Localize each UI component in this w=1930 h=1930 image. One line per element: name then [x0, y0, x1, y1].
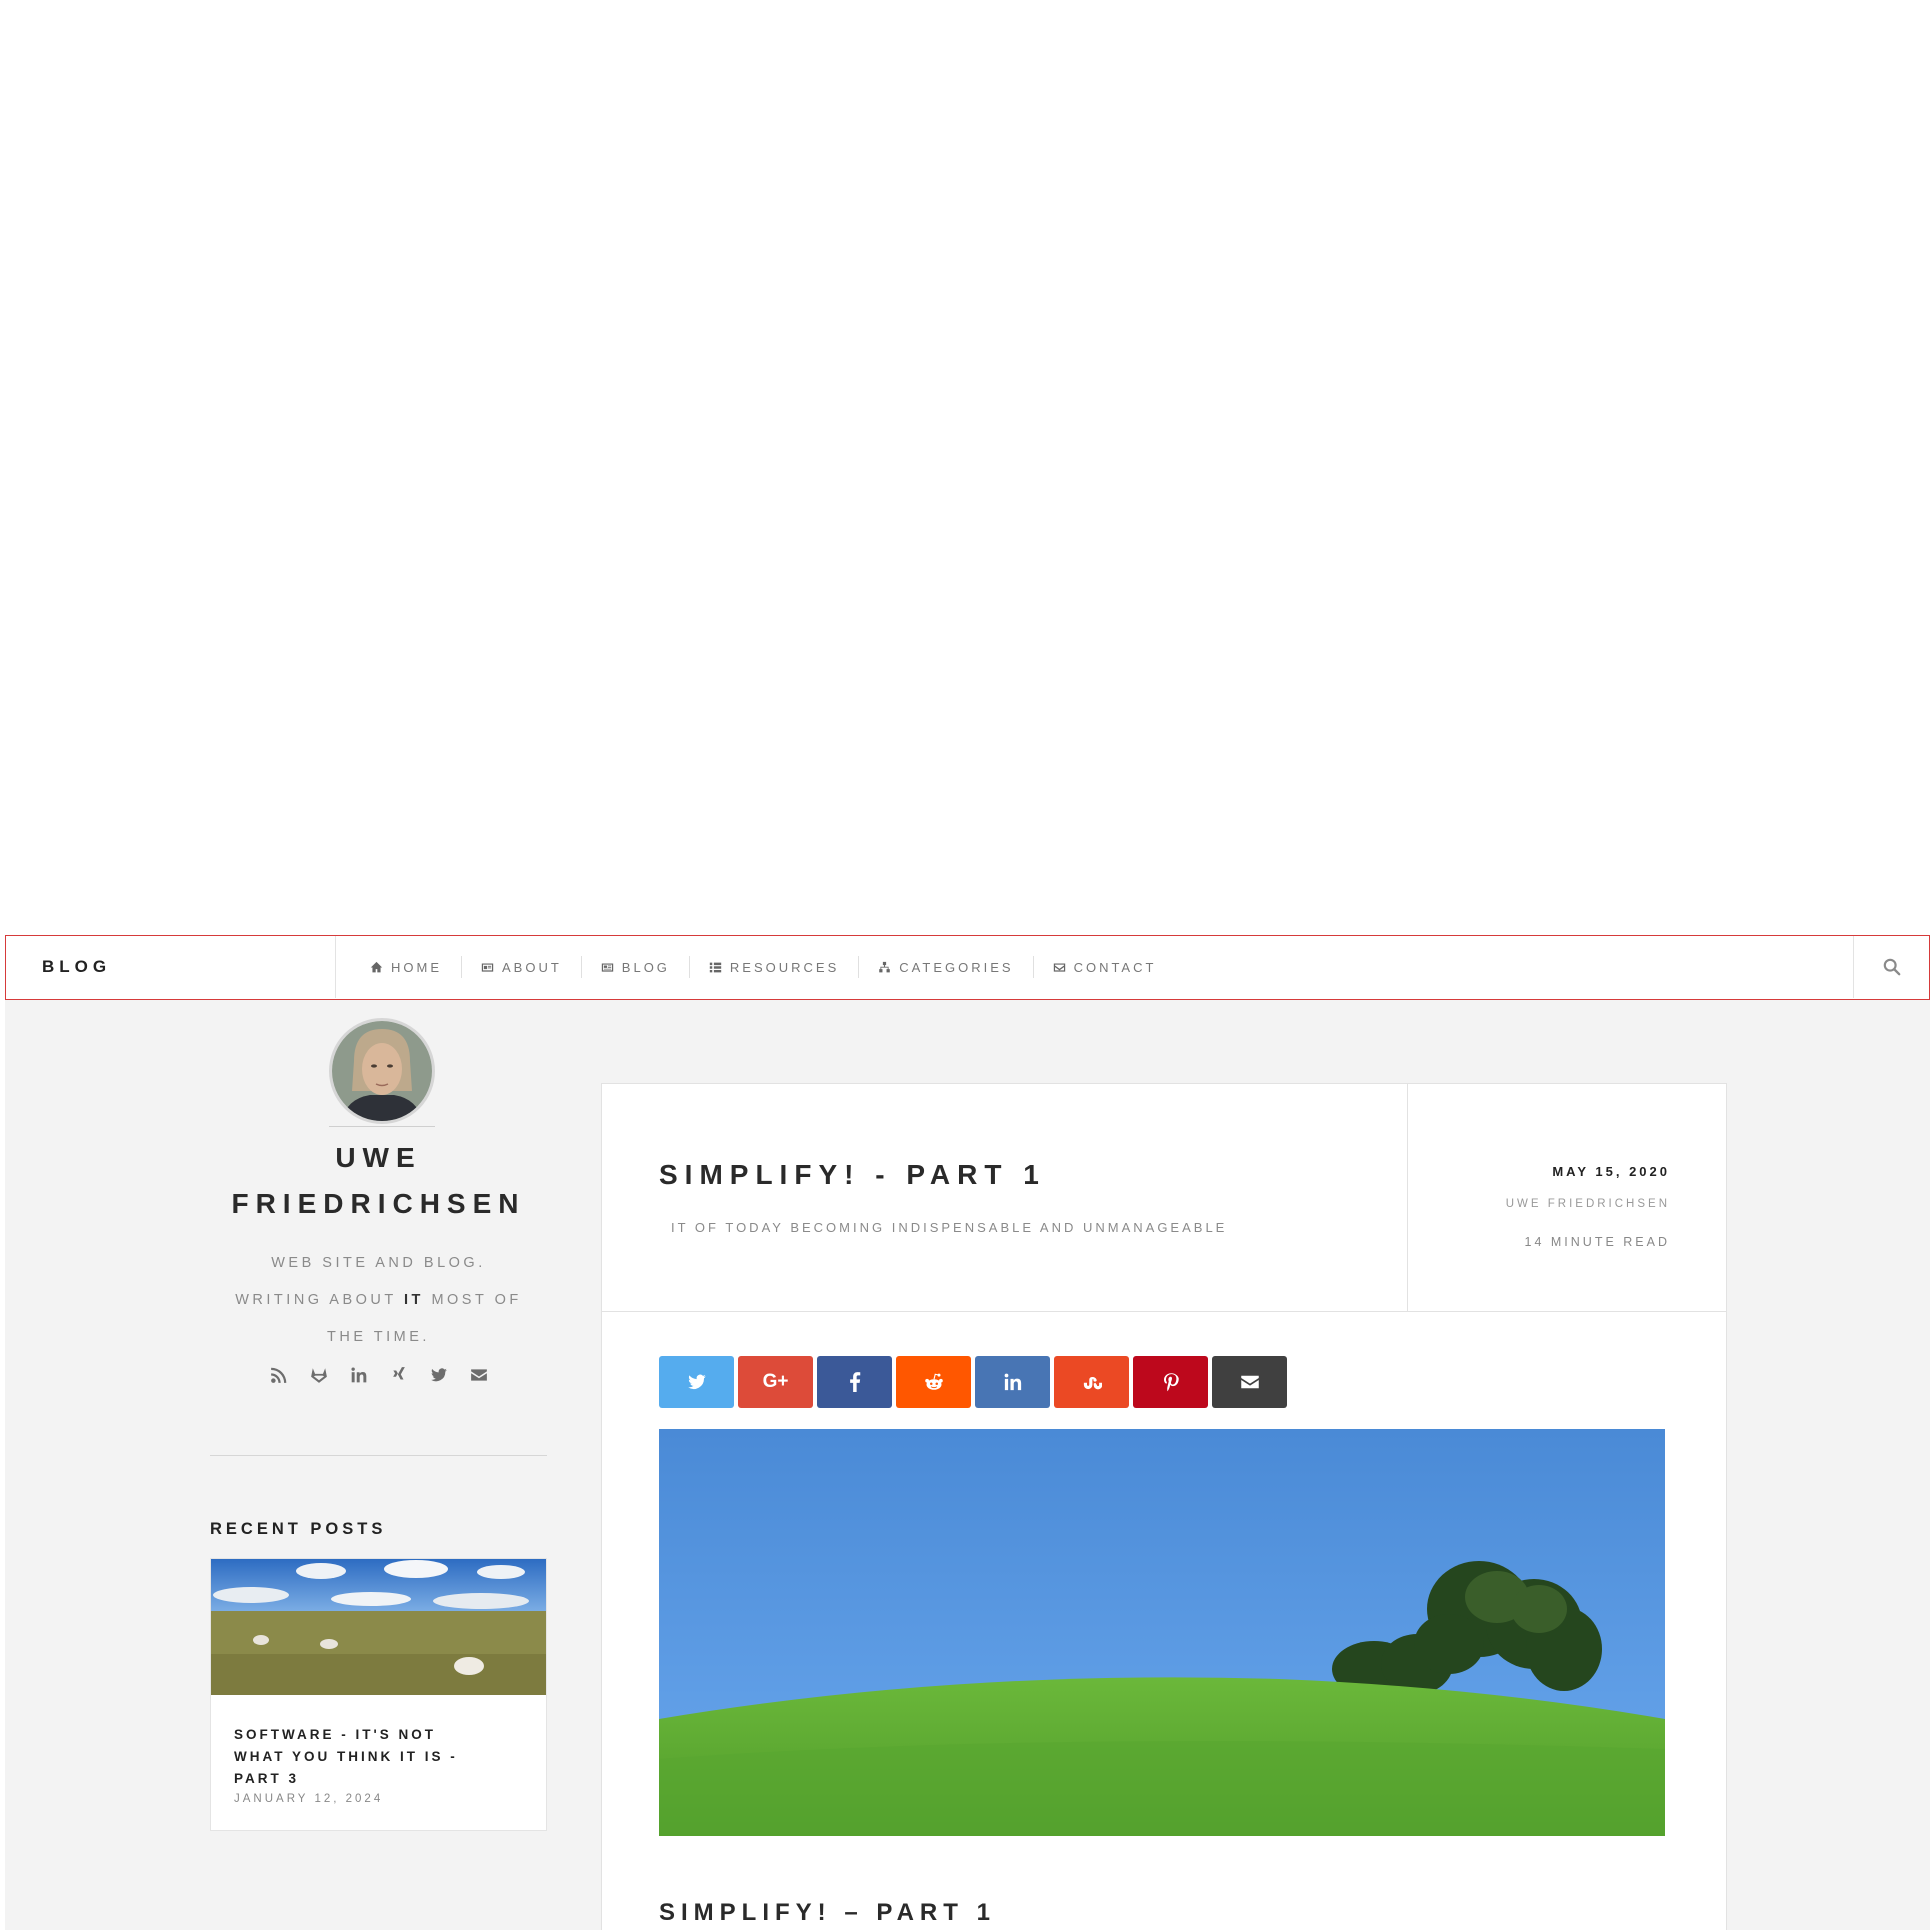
share-facebook-button[interactable] — [817, 1356, 892, 1408]
post-author[interactable]: UWE FRIEDRICHSEN — [1506, 1198, 1670, 1210]
post-header: SIMPLIFY! - PART 1 IT OF TODAY BECOMING … — [602, 1084, 1408, 1312]
post-meta: MAY 15, 2020 UWE FRIEDRICHSEN 14 MINUTE … — [1408, 1084, 1726, 1312]
reddit-icon — [924, 1373, 943, 1390]
twitter-icon — [430, 1368, 447, 1382]
nav-label: CONTACT — [1073, 959, 1157, 975]
stumbleupon-icon — [1083, 1376, 1102, 1390]
main-nav: HOME ABOUT BLOG RESOURCES CATEGORIES CON… — [351, 936, 1175, 998]
avatar-divider — [329, 1126, 435, 1127]
nav-label: BLOG — [621, 959, 670, 975]
list-icon — [709, 962, 722, 972]
google-plus-icon: G+ — [762, 1371, 789, 1392]
content-heading: SIMPLIFY! – PART 1 — [659, 1899, 996, 1926]
share-email-button[interactable] — [1212, 1356, 1287, 1408]
share-stumbleupon-button[interactable] — [1054, 1356, 1129, 1408]
nav-label: ABOUT — [502, 959, 562, 975]
bio-text: MOST OF — [431, 1292, 522, 1308]
nav-item-contact[interactable]: CONTACT — [1032, 956, 1176, 978]
share-pinterest-button[interactable] — [1133, 1356, 1208, 1408]
email-link[interactable] — [469, 1365, 489, 1385]
id-card-icon — [481, 962, 494, 972]
facebook-icon — [849, 1372, 860, 1392]
recent-posts-heading: RECENT POSTS — [210, 1520, 387, 1538]
xing-icon — [392, 1367, 405, 1380]
envelope-icon — [470, 1369, 487, 1381]
search-button[interactable] — [1853, 936, 1929, 998]
hero-image — [659, 1429, 1665, 1836]
gitlab-icon — [310, 1368, 327, 1383]
recent-post-card[interactable]: SOFTWARE - IT'S NOT WHAT YOU THINK IT IS… — [210, 1558, 547, 1831]
envelope-icon — [1240, 1375, 1259, 1389]
recent-post-thumbnail — [211, 1559, 546, 1695]
nav-item-resources[interactable]: RESOURCES — [688, 956, 858, 978]
share-twitter-button[interactable] — [659, 1356, 734, 1408]
nav-item-categories[interactable]: CATEGORIES — [858, 956, 1032, 978]
author-name: UWE FRIEDRICHSEN — [210, 1135, 547, 1227]
nav-item-blog[interactable]: BLOG — [580, 956, 689, 978]
read-time: 14 MINUTE READ — [1524, 1235, 1670, 1249]
rss-link[interactable] — [269, 1365, 289, 1385]
share-linkedin-button[interactable] — [975, 1356, 1050, 1408]
share-buttons: G+ — [659, 1356, 1287, 1408]
bio-highlight: IT — [404, 1292, 424, 1308]
newspaper-icon — [601, 962, 613, 972]
bio-line: WEB SITE AND BLOG. — [271, 1255, 486, 1271]
share-reddit-button[interactable] — [896, 1356, 971, 1408]
search-icon — [1883, 958, 1900, 976]
envelope-icon — [1053, 962, 1065, 972]
page: BLOG HOME ABOUT BLOG RESOURCES CATEGORIE… — [5, 935, 1930, 1930]
avatar — [329, 1018, 435, 1124]
linkedin-icon — [350, 1367, 366, 1383]
recent-post-title[interactable]: SOFTWARE - IT'S NOT WHAT YOU THINK IT IS… — [234, 1724, 474, 1790]
sidebar-divider — [210, 1455, 547, 1456]
gitlab-link[interactable] — [309, 1365, 329, 1385]
pinterest-icon — [1163, 1373, 1179, 1392]
nav-item-home[interactable]: HOME — [351, 956, 461, 978]
xing-link[interactable] — [389, 1365, 409, 1385]
nav-label: HOME — [391, 959, 442, 975]
post-card: SIMPLIFY! - PART 1 IT OF TODAY BECOMING … — [601, 1083, 1727, 1930]
twitter-icon — [687, 1374, 706, 1389]
bio-line: THE TIME. — [327, 1329, 430, 1345]
nav-label: RESOURCES — [729, 959, 840, 975]
top-navbar: BLOG HOME ABOUT BLOG RESOURCES CATEGORIE… — [5, 935, 1930, 1000]
nav-label: CATEGORIES — [899, 959, 1014, 975]
home-icon — [370, 961, 383, 972]
bio-line: WRITING ABOUT IT MOST OF — [210, 1282, 547, 1319]
author-first-name: UWE — [335, 1142, 422, 1173]
linkedin-link[interactable] — [349, 1365, 369, 1385]
author-last-name: FRIEDRICHSEN — [231, 1188, 526, 1219]
site-brand[interactable]: BLOG — [6, 936, 336, 998]
recent-post-date: JANUARY 12, 2024 — [234, 1793, 384, 1805]
nav-item-about[interactable]: ABOUT — [461, 956, 581, 978]
rss-icon — [270, 1367, 286, 1383]
post-title: SIMPLIFY! - PART 1 — [659, 1159, 1046, 1190]
bio-text: WRITING ABOUT — [235, 1292, 397, 1308]
social-links — [210, 1365, 547, 1385]
share-google-plus-button[interactable]: G+ — [738, 1356, 813, 1408]
post-date: MAY 15, 2020 — [1552, 1164, 1670, 1179]
linkedin-icon — [1004, 1373, 1021, 1391]
sitemap-icon — [879, 961, 891, 972]
twitter-link[interactable] — [429, 1365, 449, 1385]
post-subtitle: IT OF TODAY BECOMING INDISPENSABLE AND U… — [671, 1220, 1228, 1235]
author-bio: WEB SITE AND BLOG. WRITING ABOUT IT MOST… — [210, 1245, 547, 1356]
